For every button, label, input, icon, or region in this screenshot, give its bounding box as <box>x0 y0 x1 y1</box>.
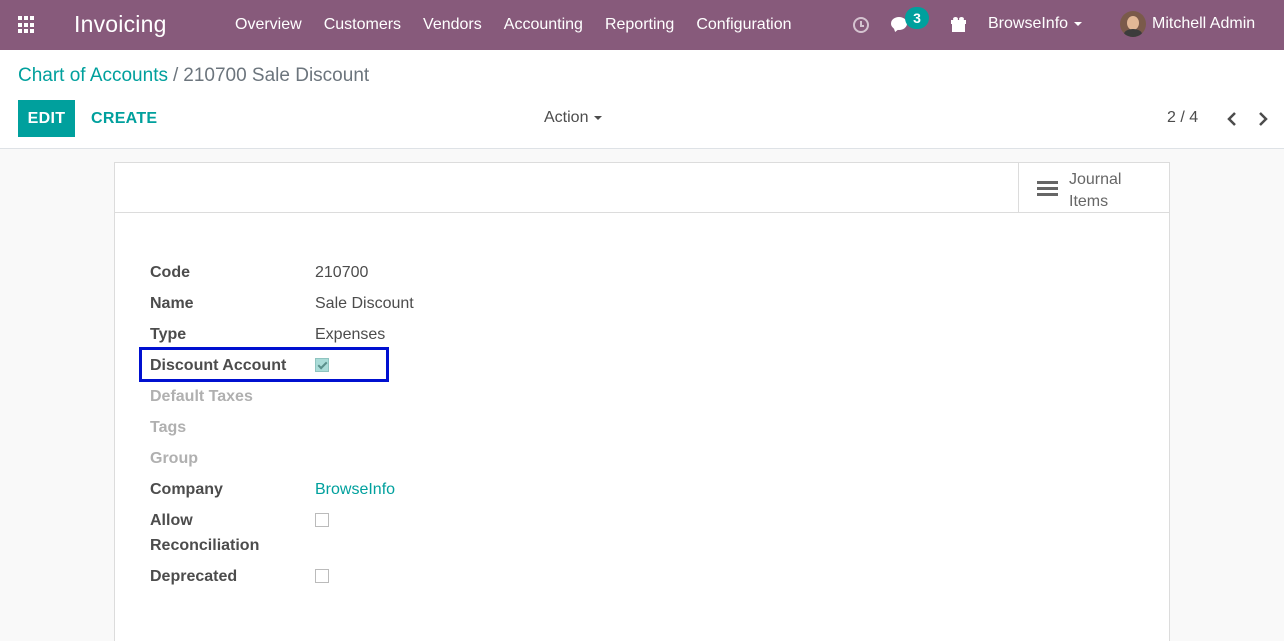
messages-count-badge: 3 <box>905 7 929 29</box>
menu-item-vendors[interactable]: Vendors <box>412 16 493 34</box>
pager-value: 2 / 4 <box>1167 109 1199 126</box>
type-value: Expenses <box>315 326 386 343</box>
breadcrumb-current: 210700 Sale Discount <box>183 65 370 86</box>
caret-down-icon <box>594 115 603 120</box>
allow-reconciliation-label-line1: Allow <box>150 512 193 529</box>
field-code: Code 210700 <box>150 260 750 291</box>
smart-button-box: Journal Items <box>115 163 1169 213</box>
name-label: Name <box>150 295 194 312</box>
company-value-link[interactable]: BrowseInfo <box>315 477 395 502</box>
field-group: Group <box>150 446 750 477</box>
menu-item-customers[interactable]: Customers <box>313 16 412 34</box>
journal-items-label-line2: Items <box>1069 193 1109 210</box>
journal-items-label: Journal Items <box>1069 169 1149 213</box>
top-navbar: Invoicing Overview Customers Vendors Acc… <box>0 0 1284 50</box>
group-label: Group <box>150 450 198 467</box>
list-icon <box>1037 181 1058 197</box>
gift-icon[interactable] <box>951 17 966 32</box>
user-avatar[interactable] <box>1120 11 1146 37</box>
field-company: Company BrowseInfo <box>150 477 750 508</box>
menu-item-reporting[interactable]: Reporting <box>594 16 685 34</box>
menu-item-overview[interactable]: Overview <box>224 16 313 34</box>
activities-clock-icon[interactable] <box>853 17 869 33</box>
breadcrumb: Chart of Accounts/210700 Sale Discount <box>18 65 369 87</box>
control-panel: Chart of Accounts/210700 Sale Discount E… <box>0 50 1284 149</box>
create-button[interactable]: CREATE <box>83 100 165 137</box>
breadcrumb-separator: / <box>172 65 179 86</box>
user-menu[interactable]: Mitchell Admin <box>1152 15 1255 33</box>
edit-button[interactable]: EDIT <box>18 100 75 137</box>
allow-reconciliation-checkbox[interactable] <box>315 513 329 527</box>
discount-account-checkbox[interactable] <box>315 358 329 372</box>
field-default-taxes: Default Taxes <box>150 384 750 415</box>
field-type: Type Expenses <box>150 322 750 353</box>
field-discount-account: Discount Account <box>150 353 750 384</box>
allow-reconciliation-label-line2: Reconciliation <box>150 537 260 554</box>
chevron-right-icon[interactable] <box>1256 110 1270 128</box>
action-dropdown[interactable]: Action <box>544 109 603 127</box>
name-value: Sale Discount <box>315 295 414 312</box>
company-switcher[interactable]: BrowseInfo <box>988 15 1083 33</box>
company-switcher-label: BrowseInfo <box>988 15 1069 32</box>
default-taxes-label: Default Taxes <box>150 388 253 405</box>
code-value: 210700 <box>315 264 369 281</box>
field-allow-reconciliation: Allow Reconciliation <box>150 508 750 564</box>
deprecated-checkbox[interactable] <box>315 569 329 583</box>
journal-items-label-line1: Journal <box>1069 171 1122 188</box>
field-name: Name Sale Discount <box>150 291 750 322</box>
form-sheet: Journal Items Code 210700 Name Sale Disc… <box>114 162 1170 641</box>
field-deprecated: Deprecated <box>150 564 750 595</box>
apps-menu-icon[interactable] <box>18 16 36 34</box>
menu-item-configuration[interactable]: Configuration <box>685 16 802 34</box>
journal-items-button[interactable]: Journal Items <box>1018 163 1169 212</box>
deprecated-label: Deprecated <box>150 568 238 585</box>
code-label: Code <box>150 264 190 281</box>
company-label: Company <box>150 481 223 498</box>
main-menu: Overview Customers Vendors Accounting Re… <box>224 0 802 50</box>
field-tags: Tags <box>150 415 750 446</box>
caret-down-icon <box>1074 21 1083 26</box>
chevron-left-icon[interactable] <box>1225 110 1239 128</box>
type-label: Type <box>150 326 187 343</box>
app-title[interactable]: Invoicing <box>74 11 167 38</box>
action-dropdown-label: Action <box>544 109 589 126</box>
menu-item-accounting[interactable]: Accounting <box>493 16 594 34</box>
breadcrumb-chart-of-accounts[interactable]: Chart of Accounts <box>18 65 168 86</box>
allow-reconciliation-label: Allow Reconciliation <box>150 508 310 558</box>
discount-account-label: Discount Account <box>150 357 287 374</box>
tags-label: Tags <box>150 419 187 436</box>
